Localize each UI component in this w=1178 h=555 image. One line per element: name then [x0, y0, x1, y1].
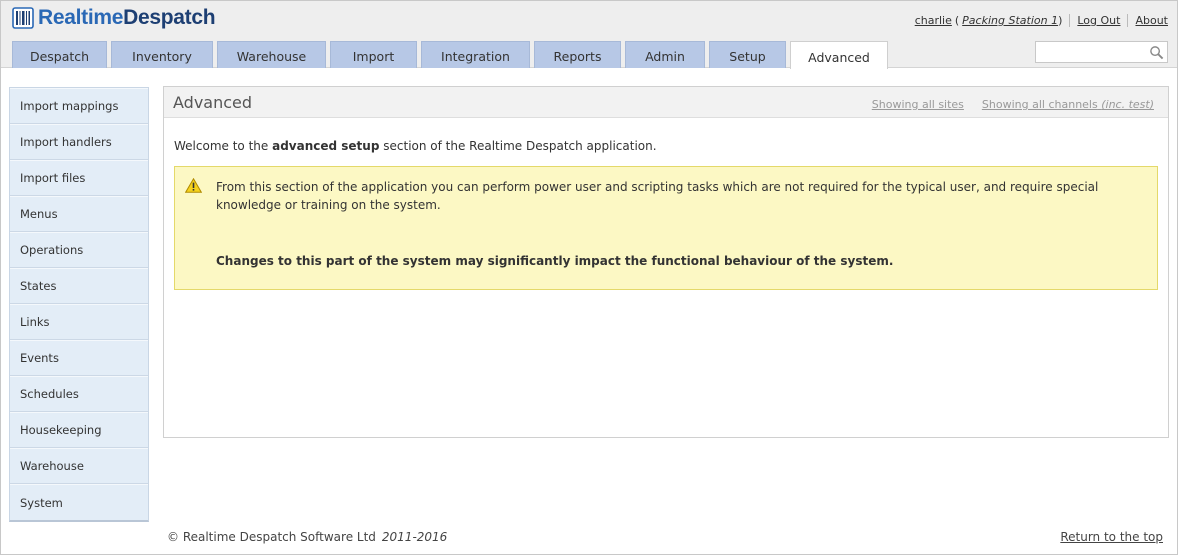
station-open-paren: (: [954, 14, 960, 27]
station-name: Packing Station 1: [962, 14, 1059, 27]
content-panel: Advanced Showing all sites Showing all c…: [163, 86, 1169, 438]
sidebar-item-schedules[interactable]: Schedules: [10, 376, 148, 412]
welcome-suffix: section of the Realtime Despatch applica…: [383, 139, 657, 153]
notice-warning-bold: Changes to this part of the system may s…: [216, 254, 894, 268]
sidebar-item-system[interactable]: System: [10, 484, 148, 520]
sidebar-nav: Import mappings Import handlers Import f…: [9, 87, 149, 522]
about-link[interactable]: About: [1135, 14, 1168, 27]
sidebar-item-links[interactable]: Links: [10, 304, 148, 340]
sidebar-item-menus[interactable]: Menus: [10, 196, 148, 232]
sidebar-item-housekeeping[interactable]: Housekeeping: [10, 412, 148, 448]
username-link[interactable]: charlie: [915, 14, 952, 27]
tab-inventory[interactable]: Inventory: [111, 41, 213, 68]
tab-warehouse[interactable]: Warehouse: [217, 41, 326, 68]
divider: [1127, 14, 1129, 27]
search-input[interactable]: [1035, 41, 1168, 63]
sidebar-item-import-files[interactable]: Import files: [10, 160, 148, 196]
scope-links: Showing all sites Showing all channels (…: [872, 98, 1154, 111]
welcome-bold: advanced setup: [272, 139, 380, 153]
brand-logo[interactable]: RealtimeDespatch: [12, 6, 216, 30]
footer-copyright: © Realtime Despatch Software Ltd 2011-201…: [167, 530, 447, 544]
sites-filter-link[interactable]: Showing all sites: [872, 98, 964, 111]
copyright-years: 2011-2016: [381, 530, 448, 544]
page-title: Advanced: [173, 93, 253, 112]
search-icon[interactable]: [1149, 45, 1164, 60]
main-tabs: Despatch Inventory Warehouse Import Inte…: [12, 41, 892, 69]
tab-setup[interactable]: Setup: [709, 41, 786, 68]
sidebar-item-operations[interactable]: Operations: [10, 232, 148, 268]
sidebar-item-warehouse[interactable]: Warehouse: [10, 448, 148, 484]
channels-filter-text: Showing all channels: [981, 98, 1098, 111]
tab-import[interactable]: Import: [330, 41, 417, 68]
tab-despatch[interactable]: Despatch: [12, 41, 107, 68]
brand-name-part2: Despatch: [123, 6, 216, 29]
app-header: RealtimeDespatch charlie ( Packing Stati…: [1, 1, 1177, 69]
station-close-paren: ): [1058, 14, 1063, 27]
sidebar-item-import-handlers[interactable]: Import handlers: [10, 124, 148, 160]
logout-link[interactable]: Log Out: [1077, 14, 1120, 27]
panel-header: Advanced Showing all sites Showing all c…: [164, 87, 1168, 118]
welcome-prefix: Welcome to the: [174, 139, 269, 153]
channels-filter-suffix: (inc. test): [1101, 98, 1154, 111]
return-to-top-link[interactable]: Return to the top: [1060, 530, 1163, 544]
copyright-text: © Realtime Despatch Software Ltd: [167, 530, 376, 544]
tab-admin[interactable]: Admin: [625, 41, 705, 68]
brand-name: RealtimeDespatch: [38, 6, 216, 30]
sidebar-item-import-mappings[interactable]: Import mappings: [10, 88, 148, 124]
notice-text: From this section of the application you…: [216, 180, 1099, 212]
sidebar-item-states[interactable]: States: [10, 268, 148, 304]
brand-name-part1: Realtime: [38, 6, 124, 29]
warning-icon: [185, 178, 202, 193]
user-links: charlie ( Packing Station 1 ) Log Out Ab…: [915, 14, 1168, 27]
divider: [1069, 14, 1071, 27]
channels-filter-link[interactable]: Showing all channels (inc. test): [982, 98, 1154, 111]
tab-advanced[interactable]: Advanced: [790, 41, 888, 69]
sidebar-item-events[interactable]: Events: [10, 340, 148, 376]
barcode-logo-icon: [12, 7, 34, 29]
welcome-text: Welcome to the advanced setup section of…: [174, 139, 657, 153]
station-link[interactable]: Packing Station 1: [962, 14, 1058, 27]
tab-reports[interactable]: Reports: [534, 41, 621, 68]
warning-notice: From this section of the application you…: [174, 166, 1158, 290]
tab-integration[interactable]: Integration: [421, 41, 530, 68]
